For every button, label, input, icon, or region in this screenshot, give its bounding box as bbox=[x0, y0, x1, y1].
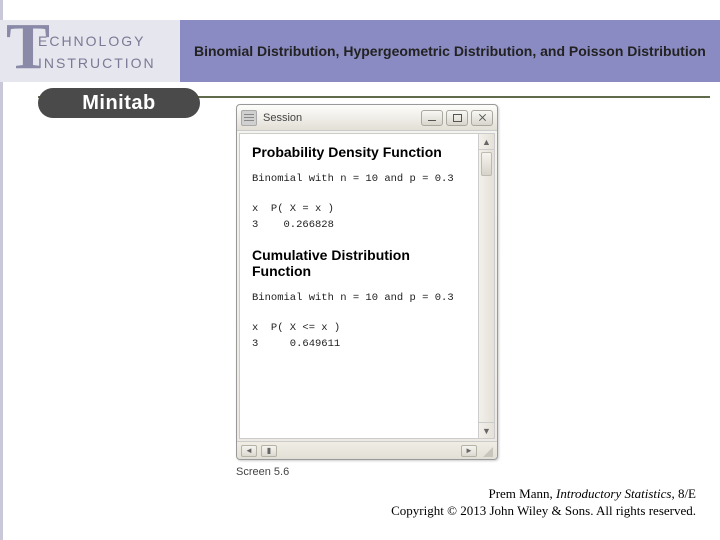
cdf-heading: Cumulative Distribution Function bbox=[252, 247, 468, 279]
window-statusbar: ◄ ▮ ► bbox=[237, 441, 497, 459]
technology-instruction-box: T ECHNOLOGY INSTRUCTION bbox=[0, 20, 180, 82]
window-title: Session bbox=[263, 112, 421, 124]
hscroll-right-icon[interactable]: ► bbox=[461, 445, 477, 457]
footer-line1: Prem Mann, Introductory Statistics, 8/E bbox=[391, 485, 696, 503]
hscroll-handle-icon[interactable]: ▮ bbox=[261, 445, 277, 457]
footer-line2: Copyright © 2013 John Wiley & Sons. All … bbox=[391, 502, 696, 520]
big-t-letter: T bbox=[6, 14, 50, 80]
tech-line-2: INSTRUCTION bbox=[38, 52, 180, 74]
scroll-up-icon[interactable]: ▲ bbox=[479, 134, 494, 150]
vertical-scrollbar[interactable]: ▲ ▼ bbox=[478, 134, 494, 438]
cdf-params: Binomial with n = 10 and p = 0.3 bbox=[252, 291, 468, 307]
window-titlebar[interactable]: Session bbox=[237, 105, 497, 131]
hscroll-left-icon[interactable]: ◄ bbox=[241, 445, 257, 457]
close-button[interactable] bbox=[471, 110, 493, 126]
resize-grip-icon[interactable] bbox=[481, 445, 493, 457]
header-band: T ECHNOLOGY INSTRUCTION Binomial Distrib… bbox=[0, 20, 720, 82]
software-tab: Minitab bbox=[38, 88, 200, 118]
footer-credit: Prem Mann, Introductory Statistics, 8/E … bbox=[391, 485, 696, 520]
pdf-heading: Probability Density Function bbox=[252, 144, 468, 160]
pdf-params: Binomial with n = 10 and p = 0.3 bbox=[252, 172, 468, 188]
scroll-thumb[interactable] bbox=[481, 152, 492, 176]
figure-caption: Screen 5.6 bbox=[236, 466, 289, 478]
session-output: Probability Density Function Binomial wi… bbox=[240, 134, 478, 438]
software-label: Minitab bbox=[82, 92, 156, 115]
tech-line-1: ECHNOLOGY bbox=[38, 30, 180, 52]
pdf-table: x P( X = x ) 3 0.266828 bbox=[252, 202, 468, 234]
cdf-table: x P( X <= x ) 3 0.649611 bbox=[252, 321, 468, 353]
scroll-down-icon[interactable]: ▼ bbox=[479, 422, 494, 438]
minimize-button[interactable] bbox=[421, 110, 443, 126]
footer-book-title: Introductory Statistics bbox=[556, 486, 671, 501]
app-icon bbox=[241, 110, 257, 126]
scroll-track[interactable] bbox=[479, 178, 494, 422]
topic-banner: Binomial Distribution, Hypergeometric Di… bbox=[180, 20, 720, 82]
maximize-button[interactable] bbox=[446, 110, 468, 126]
footer-edition: , 8/E bbox=[671, 486, 696, 501]
topic-title: Binomial Distribution, Hypergeometric Di… bbox=[194, 42, 706, 61]
window-content: Probability Density Function Binomial wi… bbox=[239, 133, 495, 439]
footer-author: Prem Mann, bbox=[488, 486, 556, 501]
window-controls bbox=[421, 110, 493, 126]
session-window: Session Probability Density Function Bin… bbox=[236, 104, 498, 460]
